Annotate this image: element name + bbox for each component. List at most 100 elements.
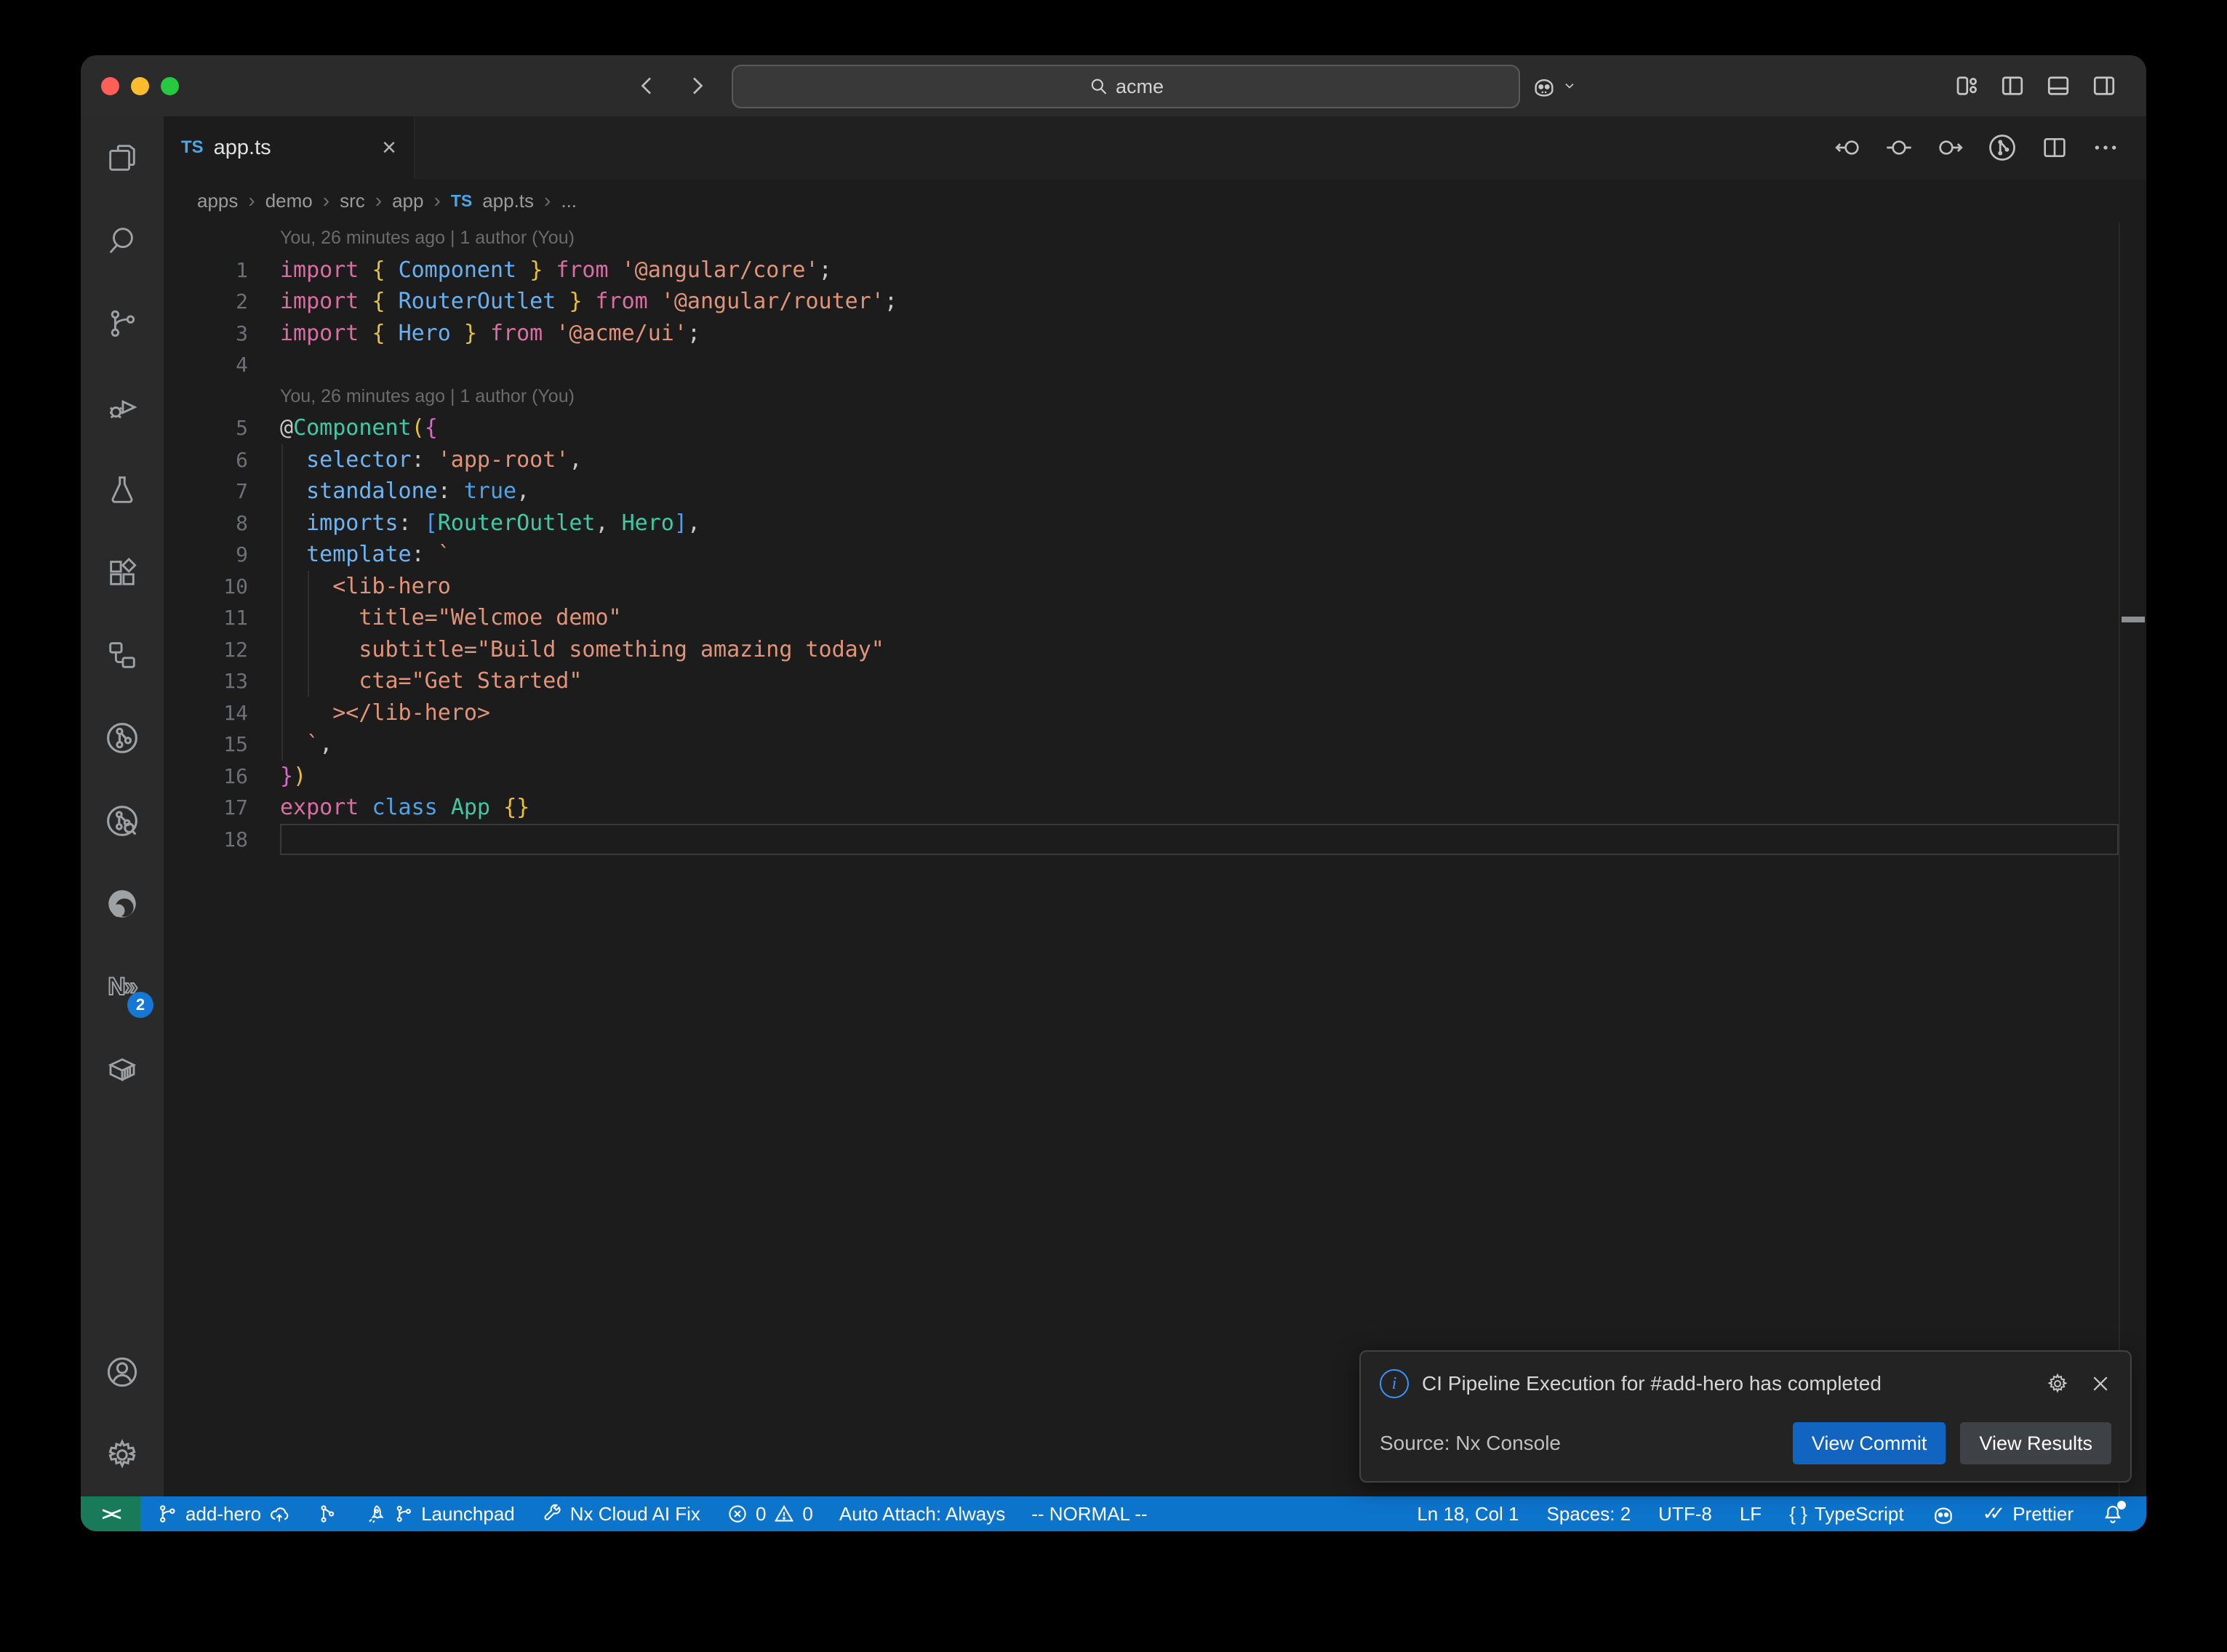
code-line[interactable]: 16}) xyxy=(164,761,2146,793)
code-line[interactable]: 10 <lib-hero xyxy=(164,571,2146,603)
close-tab-icon[interactable]: × xyxy=(382,135,396,160)
back-arrow-icon[interactable] xyxy=(635,73,661,99)
gitlens-inspect-icon[interactable] xyxy=(81,779,164,862)
problems-item[interactable]: 0 0 xyxy=(727,1503,813,1525)
title-bar: acme xyxy=(81,55,2146,116)
nx-cloud-fix-item[interactable]: Nx Cloud AI Fix xyxy=(541,1503,700,1525)
minimize-window-button[interactable] xyxy=(131,77,149,95)
tab-app-ts[interactable]: TS app.ts × xyxy=(164,116,415,179)
nx-console-icon[interactable]: N» 2 xyxy=(81,945,164,1028)
more-actions-icon[interactable] xyxy=(2091,133,2120,162)
code-line[interactable]: 5@Component({ xyxy=(164,412,2146,444)
code-token: { xyxy=(372,289,385,314)
code-line[interactable]: 14 ></lib-hero> xyxy=(164,697,2146,729)
blame-row[interactable]: You, 26 minutes ago | 1 author (You) xyxy=(164,222,2146,254)
containers-icon[interactable] xyxy=(81,1028,164,1111)
code-line[interactable]: 4 xyxy=(164,349,2146,381)
view-commit-button[interactable]: View Commit xyxy=(1793,1422,1946,1464)
code-line[interactable]: 17export class App {} xyxy=(164,792,2146,824)
typescript-file-icon: TS xyxy=(451,191,472,211)
copilot-icon xyxy=(1932,1502,1955,1525)
code-line[interactable]: 8 imports: [RouterOutlet, Hero], xyxy=(164,508,2146,540)
git-blame-annotation: You, 26 minutes ago | 1 author (You) xyxy=(280,228,575,249)
gitlens-icon[interactable] xyxy=(81,697,164,779)
code-line[interactable]: 9 template: ` xyxy=(164,539,2146,571)
code-line[interactable]: 1import { Component } from '@angular/cor… xyxy=(164,254,2146,286)
breadcrumb-separator: › xyxy=(375,189,382,212)
breadcrumb-item[interactable]: app xyxy=(392,190,423,212)
explorer-icon[interactable] xyxy=(81,116,164,199)
extensions-icon[interactable] xyxy=(81,531,164,614)
code-token xyxy=(543,257,556,283)
cursor-position-item[interactable]: Ln 18, Col 1 xyxy=(1417,1503,1519,1525)
code-line[interactable]: 15 `, xyxy=(164,729,2146,761)
notifications-bell-item[interactable] xyxy=(2101,1502,2124,1525)
copilot-status-item[interactable] xyxy=(1932,1502,1955,1525)
auto-attach-item[interactable]: Auto Attach: Always xyxy=(839,1503,1005,1525)
toggle-secondary-sidebar-icon[interactable] xyxy=(2091,73,2117,99)
breadcrumb-item[interactable]: apps xyxy=(197,190,238,212)
commit-graph-item[interactable] xyxy=(316,1503,338,1525)
line-number: 6 xyxy=(164,448,280,472)
code-token: : xyxy=(399,510,425,536)
close-window-button[interactable] xyxy=(101,77,119,95)
breadcrumb-item[interactable]: demo xyxy=(265,190,313,212)
search-view-icon[interactable] xyxy=(81,199,164,282)
indentation-item[interactable]: Spaces: 2 xyxy=(1547,1503,1631,1525)
braces-icon: { } xyxy=(1789,1503,1807,1525)
code-line[interactable]: 6 selector: 'app-root', xyxy=(164,444,2146,476)
code-editor[interactable]: You, 26 minutes ago | 1 author (You) 1imp… xyxy=(164,222,2146,1496)
code-line[interactable]: 12 subtitle="Build something amazing tod… xyxy=(164,634,2146,666)
customize-layout-icon[interactable] xyxy=(1954,73,1980,99)
vim-mode-item[interactable]: -- NORMAL -- xyxy=(1031,1503,1147,1525)
commit-graph-icon[interactable] xyxy=(1986,132,2018,164)
code-line[interactable]: 7 standalone: true, xyxy=(164,476,2146,508)
blame-row[interactable]: You, 26 minutes ago | 1 author (You) xyxy=(164,381,2146,413)
view-results-button[interactable]: View Results xyxy=(1960,1422,2111,1464)
encoding-item[interactable]: UTF-8 xyxy=(1658,1503,1712,1525)
split-editor-icon[interactable] xyxy=(2040,133,2069,162)
branch-item[interactable]: add-hero xyxy=(156,1503,290,1525)
code-token: import xyxy=(280,289,359,314)
launchpad-item[interactable]: Launchpad xyxy=(364,1503,515,1525)
breadcrumb-item[interactable]: src xyxy=(340,190,365,212)
overview-ruler[interactable] xyxy=(2119,222,2146,1496)
remote-indicator[interactable]: >< xyxy=(81,1496,140,1531)
run-debug-icon[interactable] xyxy=(81,365,164,448)
code-line[interactable]: 18 xyxy=(164,824,2146,856)
breadcrumb-tail[interactable]: ... xyxy=(561,190,577,212)
toast-close-icon[interactable] xyxy=(2090,1373,2111,1395)
source-control-icon[interactable] xyxy=(81,282,164,365)
next-change-icon[interactable] xyxy=(1935,133,1964,162)
activity-bar: N» 2 xyxy=(81,116,164,1496)
error-icon xyxy=(727,1503,748,1525)
breadcrumb-item[interactable]: app.ts xyxy=(482,190,534,212)
testing-icon[interactable] xyxy=(81,448,164,531)
accounts-icon[interactable] xyxy=(81,1331,164,1414)
line-number: 17 xyxy=(164,795,280,819)
code-token xyxy=(490,795,503,820)
indent-guide xyxy=(308,571,309,697)
toast-settings-gear-icon[interactable] xyxy=(2046,1372,2069,1395)
toggle-panel-icon[interactable] xyxy=(2045,73,2071,99)
toggle-primary-sidebar-icon[interactable] xyxy=(1999,73,2026,99)
code-line[interactable]: 11 title="Welcmoe demo" xyxy=(164,602,2146,634)
command-center-search[interactable]: acme xyxy=(732,65,1520,108)
settings-gear-icon[interactable] xyxy=(81,1414,164,1496)
code-line[interactable]: 2import { RouterOutlet } from '@angular/… xyxy=(164,286,2146,318)
edge-tools-icon[interactable] xyxy=(81,862,164,945)
zoom-window-button[interactable] xyxy=(161,77,179,95)
previous-change-icon[interactable] xyxy=(1834,133,1863,162)
line-number: 12 xyxy=(164,638,280,662)
references-view-icon[interactable] xyxy=(81,614,164,697)
line-content: template: ` xyxy=(280,539,2146,571)
code-line[interactable]: 3import { Hero } from '@acme/ui'; xyxy=(164,318,2146,350)
code-token xyxy=(280,478,306,504)
current-change-icon[interactable] xyxy=(1884,133,1914,162)
eol-item[interactable]: LF xyxy=(1740,1503,1762,1525)
code-line[interactable]: 13 cta="Get Started" xyxy=(164,665,2146,697)
copilot-menu[interactable] xyxy=(1532,55,1577,116)
forward-arrow-icon[interactable] xyxy=(683,73,709,99)
language-item[interactable]: { } TypeScript xyxy=(1789,1503,1903,1525)
formatter-item[interactable]: ✓✓ Prettier xyxy=(1983,1503,2074,1525)
